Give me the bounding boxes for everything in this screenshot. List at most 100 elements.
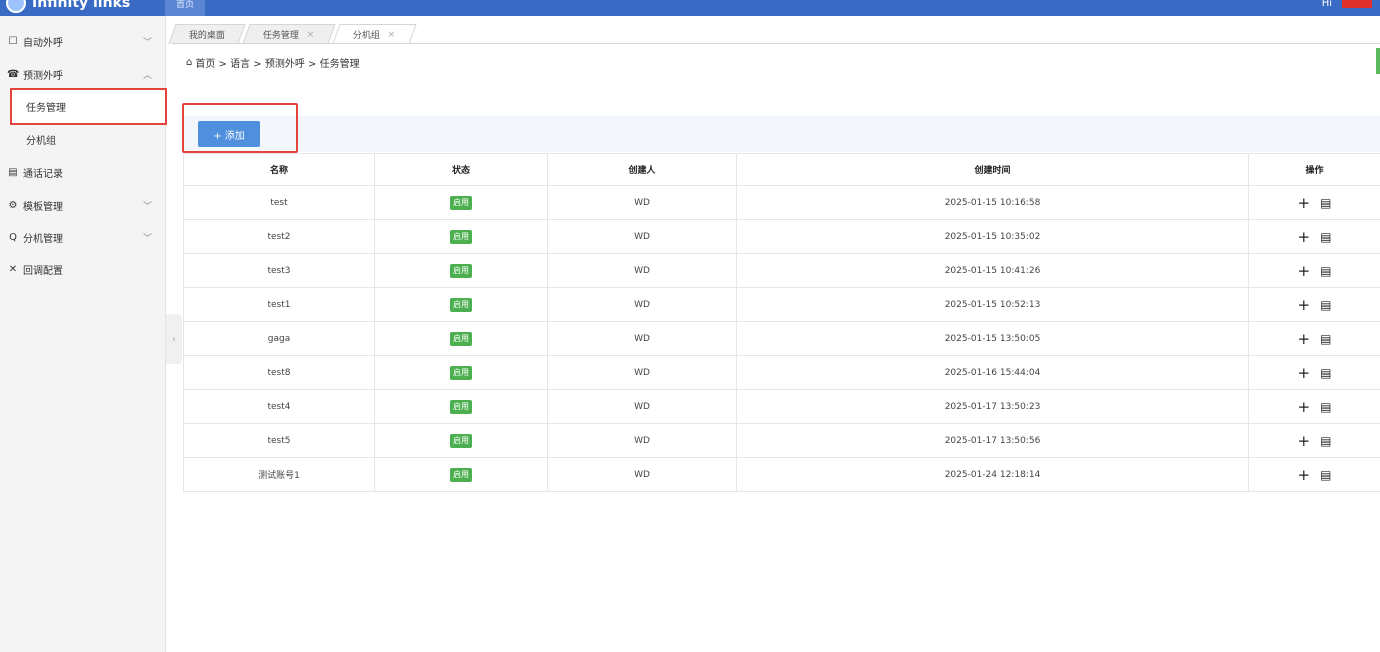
chevron-down-icon: ﹀ bbox=[142, 37, 152, 48]
cell-actions: + ▤ bbox=[1248, 423, 1380, 458]
add-icon[interactable]: + bbox=[1298, 262, 1311, 280]
add-icon[interactable]: + bbox=[1298, 330, 1311, 348]
row-actions: + ▤ bbox=[1298, 194, 1332, 212]
toolbar bbox=[183, 116, 1380, 152]
tab-label: 我的桌面 bbox=[188, 31, 225, 41]
sidebar-item-extension-group[interactable]: 分机组 bbox=[0, 123, 166, 155]
sidebar-item-task-management[interactable]: 任务管理 bbox=[10, 88, 167, 125]
detail-icon[interactable]: ▤ bbox=[1320, 298, 1331, 312]
cell-creator: WD bbox=[547, 389, 737, 424]
table-row: gaga 启用 WD 2025-01-15 13:50:05 + ▤ bbox=[183, 321, 1380, 356]
cell-creator: WD bbox=[547, 185, 737, 220]
column-header-creator: 创建人 bbox=[547, 153, 737, 186]
detail-icon[interactable]: ▤ bbox=[1320, 434, 1331, 448]
add-icon[interactable]: + bbox=[1298, 296, 1311, 314]
detail-icon[interactable]: ▤ bbox=[1320, 400, 1331, 414]
task-table: 名称 状态 创建人 创建时间 操作 test 启用 WD 2025-01-15 10:… bbox=[183, 153, 1380, 492]
cell-created-time: 2025-01-15 10:52:13 bbox=[736, 287, 1249, 322]
cell-name: test5 bbox=[183, 423, 375, 458]
table-row: test1 启用 WD 2025-01-15 10:52:13 + ▤ bbox=[183, 287, 1380, 322]
cell-name: test bbox=[183, 185, 375, 220]
tab-extension-group[interactable]: 分机组 × bbox=[331, 24, 416, 44]
cell-status: 启用 bbox=[374, 457, 548, 492]
cell-creator: WD bbox=[547, 253, 737, 288]
sidebar-collapse-handle[interactable]: ‹ bbox=[166, 314, 182, 364]
cell-created-time: 2025-01-15 10:35:02 bbox=[736, 219, 1249, 254]
detail-icon[interactable]: ▤ bbox=[1320, 264, 1331, 278]
tab-my-desktop[interactable]: 我的桌面 bbox=[168, 24, 246, 44]
detail-icon[interactable]: ▤ bbox=[1320, 332, 1331, 346]
home-icon[interactable]: ⌂ bbox=[186, 57, 192, 68]
add-icon[interactable]: + bbox=[1298, 398, 1311, 416]
tab-label: 任务管理 bbox=[262, 31, 299, 41]
cell-created-time: 2025-01-15 13:50:05 bbox=[736, 321, 1249, 356]
chevron-up-icon: ︿ bbox=[142, 70, 152, 81]
add-icon[interactable]: + bbox=[1298, 194, 1311, 212]
cell-actions: + ▤ bbox=[1248, 457, 1380, 492]
table-row: test8 启用 WD 2025-01-16 15:44:04 + ▤ bbox=[183, 355, 1380, 390]
cell-creator: WD bbox=[547, 287, 737, 322]
cell-status: 启用 bbox=[374, 253, 548, 288]
cell-name: test1 bbox=[183, 287, 375, 322]
top-nav-home[interactable]: 首页 bbox=[165, 0, 205, 16]
close-icon[interactable]: × bbox=[387, 30, 395, 40]
phone-icon: ☎ bbox=[7, 68, 20, 80]
sidebar-item-label: 回调配置 bbox=[23, 265, 63, 277]
row-actions: + ▤ bbox=[1298, 296, 1332, 314]
cell-status: 启用 bbox=[374, 321, 548, 356]
row-actions: + ▤ bbox=[1298, 432, 1332, 450]
row-actions: + ▤ bbox=[1298, 398, 1332, 416]
sidebar-item-auto-call[interactable]: ☐ 自动外呼 ﹀ bbox=[0, 25, 166, 57]
cell-creator: WD bbox=[547, 423, 737, 458]
detail-icon[interactable]: ▤ bbox=[1320, 196, 1331, 210]
detail-icon[interactable]: ▤ bbox=[1320, 366, 1331, 380]
column-header-actions: 操作 bbox=[1248, 153, 1380, 186]
logo-icon bbox=[6, 0, 26, 13]
sidebar-item-predictive-call[interactable]: ☎ 预测外呼 ︿ bbox=[0, 58, 166, 90]
search-icon: Q bbox=[9, 231, 17, 243]
status-badge: 启用 bbox=[450, 297, 472, 312]
close-icon[interactable]: × bbox=[307, 30, 315, 40]
detail-icon[interactable]: ▤ bbox=[1320, 468, 1331, 482]
sidebar-item-template-management[interactable]: ⚙ 模板管理 ﹀ bbox=[0, 189, 166, 221]
add-icon[interactable]: + bbox=[1298, 432, 1311, 450]
add-icon[interactable]: + bbox=[1298, 466, 1311, 484]
tab-task-management[interactable]: 任务管理 × bbox=[242, 24, 336, 44]
cell-name: 测试账号1 bbox=[183, 457, 375, 492]
status-badge: 启用 bbox=[450, 399, 472, 414]
status-badge: 启用 bbox=[450, 331, 472, 346]
sidebar-item-label: 模板管理 bbox=[23, 201, 63, 213]
refresh-marker[interactable] bbox=[1376, 48, 1380, 74]
cell-creator: WD bbox=[547, 355, 737, 390]
status-badge: 启用 bbox=[450, 195, 472, 210]
table-row: test2 启用 WD 2025-01-15 10:35:02 + ▤ bbox=[183, 219, 1380, 254]
cell-created-time: 2025-01-16 15:44:04 bbox=[736, 355, 1249, 390]
record-icon: ▤ bbox=[8, 166, 18, 178]
close-button[interactable] bbox=[1342, 0, 1372, 8]
cell-status: 启用 bbox=[374, 185, 548, 220]
user-greeting[interactable]: Hi bbox=[1322, 0, 1332, 9]
cell-creator: WD bbox=[547, 219, 737, 254]
table-row: test 启用 WD 2025-01-15 10:16:58 + ▤ bbox=[183, 185, 1380, 220]
tools-icon: ✕ bbox=[8, 263, 18, 275]
add-icon[interactable]: + bbox=[1298, 228, 1311, 246]
detail-icon[interactable]: ▤ bbox=[1320, 230, 1331, 244]
cell-name: test8 bbox=[183, 355, 375, 390]
cell-status: 启用 bbox=[374, 389, 548, 424]
sidebar-item-extension-management[interactable]: Q 分机管理 ﹀ bbox=[0, 221, 166, 253]
add-icon[interactable]: + bbox=[1298, 364, 1311, 382]
cell-status: 启用 bbox=[374, 423, 548, 458]
sidebar: ☐ 自动外呼 ﹀ ☎ 预测外呼 ︿ 任务管理 分机组 ▤ 通话记录 ⚙ 模板管理… bbox=[0, 16, 167, 652]
cell-actions: + ▤ bbox=[1248, 219, 1380, 254]
cell-actions: + ▤ bbox=[1248, 185, 1380, 220]
breadcrumb: ⌂ 首页 > 语言 > 预测外呼 > 任务管理 bbox=[186, 55, 360, 70]
add-button[interactable]: + 添加 bbox=[198, 121, 260, 147]
sidebar-item-call-records[interactable]: ▤ 通话记录 bbox=[0, 156, 166, 188]
tabs-divider bbox=[172, 43, 1380, 44]
cell-name: test2 bbox=[183, 219, 375, 254]
status-badge: 启用 bbox=[450, 433, 472, 448]
sidebar-item-callback-config[interactable]: ✕ 回调配置 bbox=[0, 253, 166, 285]
top-bar: Infinity links 首页 Hi bbox=[0, 0, 1380, 16]
table-header-row: 名称 状态 创建人 创建时间 操作 bbox=[183, 153, 1380, 186]
status-badge: 启用 bbox=[450, 365, 472, 380]
